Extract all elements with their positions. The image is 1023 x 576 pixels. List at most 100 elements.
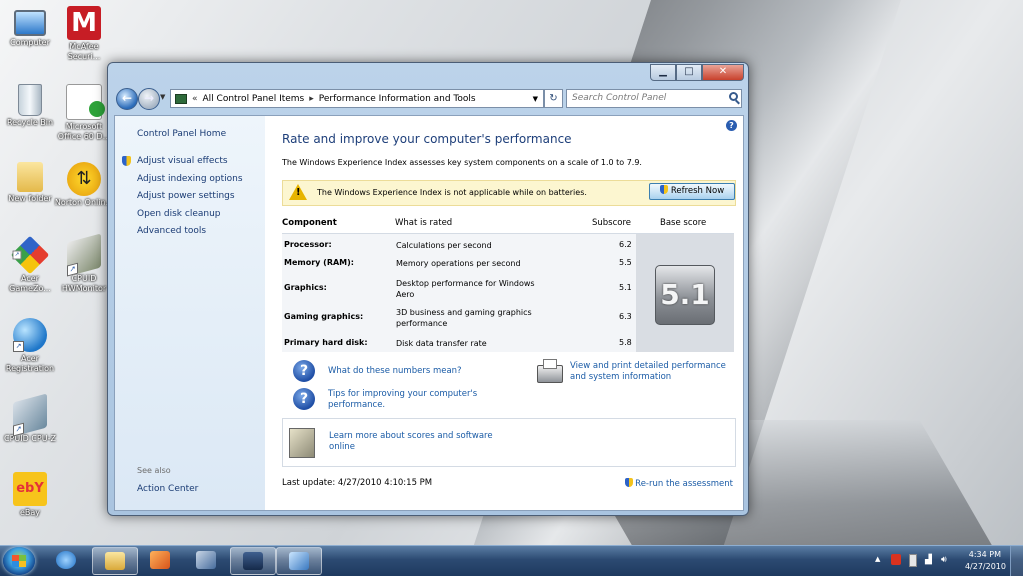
control-panel-home-link[interactable]: Control Panel Home bbox=[137, 129, 226, 139]
header-subscore: Subscore bbox=[592, 218, 632, 228]
header-what-is-rated: What is rated bbox=[395, 218, 453, 228]
table-header: Component What is rated Subscore Base sc… bbox=[282, 212, 734, 234]
mcafee-tray-icon[interactable] bbox=[891, 554, 901, 565]
see-also-heading: See also bbox=[137, 466, 171, 475]
taskbar-control-panel[interactable] bbox=[276, 547, 322, 575]
start-button[interactable] bbox=[3, 547, 35, 575]
help-question-icon[interactable]: ? bbox=[293, 360, 315, 382]
component-name: Memory (RAM): bbox=[284, 258, 354, 267]
taskbar-windows-explorer[interactable] bbox=[92, 547, 138, 575]
desktop-icon-acer-gamezone[interactable]: ↗ Acer GameZo... bbox=[0, 235, 60, 294]
internet-explorer-icon bbox=[56, 551, 76, 569]
rerun-assessment-link[interactable]: Re-run the assessment bbox=[625, 478, 733, 489]
what-numbers-mean-link[interactable]: What do these numbers mean? bbox=[328, 366, 462, 377]
warning-icon: ! bbox=[289, 184, 307, 200]
show-hidden-icons-button[interactable]: ▲ bbox=[875, 555, 880, 563]
refresh-icon[interactable]: ↻ bbox=[544, 89, 563, 108]
score-table: Component What is rated Subscore Base sc… bbox=[282, 212, 734, 352]
breadcrumb-performance[interactable]: Performance Information and Tools bbox=[319, 94, 476, 104]
media-player-icon bbox=[150, 551, 170, 569]
battery-icon[interactable] bbox=[909, 554, 917, 567]
printer-icon[interactable] bbox=[537, 359, 563, 383]
close-button[interactable]: ✕ bbox=[702, 64, 744, 81]
left-pane: Control Panel Home Adjust visual effects… bbox=[115, 116, 265, 510]
base-score-badge: 5.1 bbox=[655, 265, 715, 325]
page-title: Rate and improve your computer's perform… bbox=[282, 132, 572, 146]
cpuz-icon: ↗ bbox=[13, 393, 47, 437]
view-print-details-link[interactable]: View and print detailed performance and … bbox=[570, 361, 738, 383]
last-update-text: Last update: 4/27/2010 4:10:15 PM bbox=[282, 478, 433, 488]
app-icon bbox=[243, 552, 263, 570]
software-info-icon bbox=[289, 428, 315, 458]
rated-description: Calculations per second bbox=[396, 241, 492, 250]
desktop-icon-cpuz[interactable]: ↗ CPUID CPU-Z bbox=[0, 393, 60, 444]
uac-shield-icon bbox=[659, 185, 668, 194]
control-panel-icon bbox=[289, 552, 309, 570]
ebay-icon: ebY bbox=[13, 472, 47, 506]
show-desktop-button[interactable] bbox=[1010, 546, 1023, 576]
desktop-icon-label: Acer Registration bbox=[5, 354, 55, 373]
desktop-icon-ebay[interactable]: ebY eBay bbox=[0, 472, 60, 518]
action-center-link[interactable]: Action Center bbox=[137, 484, 198, 494]
desktop-icon-norton[interactable]: ⇅ Norton Onlin... bbox=[54, 162, 114, 208]
desktop-icon-hwmonitor[interactable]: ↗ CPUID HWMonitor bbox=[54, 233, 114, 294]
desktop-icon-label: eBay bbox=[19, 508, 41, 517]
taskbar-media-player[interactable] bbox=[138, 547, 182, 573]
header-base-score: Base score bbox=[660, 218, 707, 228]
desktop-icon-label: McAfee Securi... bbox=[67, 42, 101, 61]
volume-icon[interactable]: 🔊︎ bbox=[941, 555, 947, 565]
search-icon[interactable] bbox=[729, 92, 738, 101]
refresh-now-button[interactable]: Refresh Now bbox=[649, 183, 735, 200]
system-tray: ▲ ▟ 🔊︎ 4:34 PM 4/27/2010 bbox=[863, 546, 1023, 576]
learn-more-link[interactable]: Learn more about scores and software onl… bbox=[329, 431, 499, 453]
hwmonitor-icon: ↗ bbox=[67, 233, 101, 277]
back-button[interactable]: ← bbox=[116, 88, 138, 110]
clock-time[interactable]: 4:34 PM bbox=[969, 550, 1001, 559]
advanced-tools-link[interactable]: Advanced tools bbox=[137, 226, 206, 236]
tools-icon bbox=[196, 551, 216, 569]
help-icon[interactable]: ? bbox=[726, 120, 737, 131]
clock-date[interactable]: 4/27/2010 bbox=[965, 562, 1006, 571]
desktop-icon-new-folder[interactable]: New folder bbox=[0, 162, 60, 204]
minimize-button[interactable]: ▁ bbox=[650, 64, 676, 81]
subscore-value: 5.8 bbox=[619, 338, 632, 347]
network-icon[interactable]: ▟ bbox=[925, 555, 932, 565]
address-dropdown-icon[interactable]: ▼ bbox=[533, 95, 538, 103]
search-input[interactable]: Search Control Panel bbox=[566, 89, 742, 108]
desktop-icon-label: CPUID HWMonitor bbox=[61, 274, 107, 293]
recent-pages-dropdown[interactable]: ▼ bbox=[160, 93, 165, 101]
desktop-icon-label: New folder bbox=[8, 194, 52, 203]
address-bar[interactable]: « All Control Panel Items ▸ Performance … bbox=[170, 89, 544, 108]
adjust-visual-effects-link[interactable]: Adjust visual effects bbox=[137, 156, 228, 166]
breadcrumb-separator-icon[interactable]: ▸ bbox=[309, 94, 314, 104]
component-name: Graphics: bbox=[284, 283, 327, 292]
adjust-indexing-options-link[interactable]: Adjust indexing options bbox=[137, 174, 243, 184]
infobar-message: The Windows Experience Index is not appl… bbox=[317, 188, 587, 197]
rated-description: 3D business and gaming graphics performa… bbox=[396, 308, 532, 328]
learn-more-box: Learn more about scores and software onl… bbox=[282, 418, 736, 467]
computer-icon bbox=[14, 10, 46, 36]
desktop-icon-office[interactable]: Microsoft Office 60 D... bbox=[54, 84, 114, 142]
open-disk-cleanup-link[interactable]: Open disk cleanup bbox=[137, 209, 221, 219]
component-name: Primary hard disk: bbox=[284, 338, 368, 347]
taskbar-internet-explorer[interactable] bbox=[44, 547, 88, 573]
help-question-icon[interactable]: ? bbox=[293, 388, 315, 410]
tips-improving-link[interactable]: Tips for improving your computer's perfo… bbox=[328, 389, 498, 411]
taskbar-app[interactable] bbox=[184, 547, 228, 573]
forward-button[interactable]: → bbox=[138, 88, 160, 110]
windows-logo-icon bbox=[12, 555, 26, 567]
uac-shield-icon bbox=[122, 156, 131, 166]
adjust-power-settings-link[interactable]: Adjust power settings bbox=[137, 191, 235, 201]
breadcrumb-all-items[interactable]: All Control Panel Items bbox=[203, 94, 305, 104]
desktop-icon-mcafee[interactable]: M McAfee Securi... bbox=[54, 6, 114, 62]
norton-icon: ⇅ bbox=[67, 162, 101, 196]
address-overflow[interactable]: « bbox=[192, 94, 198, 104]
desktop-icon-computer[interactable]: Computer bbox=[0, 6, 60, 48]
desktop-icon-acer-registration[interactable]: ↗ Acer Registration bbox=[0, 318, 60, 374]
maximize-button[interactable]: □ bbox=[676, 64, 702, 81]
acer-registration-icon: ↗ bbox=[13, 318, 47, 352]
desktop-icon-recycle-bin[interactable]: Recycle Bin bbox=[0, 84, 60, 128]
taskbar: ▲ ▟ 🔊︎ 4:34 PM 4/27/2010 bbox=[0, 545, 1023, 576]
page-description: The Windows Experience Index assesses ke… bbox=[282, 158, 642, 167]
taskbar-app[interactable] bbox=[230, 547, 276, 575]
